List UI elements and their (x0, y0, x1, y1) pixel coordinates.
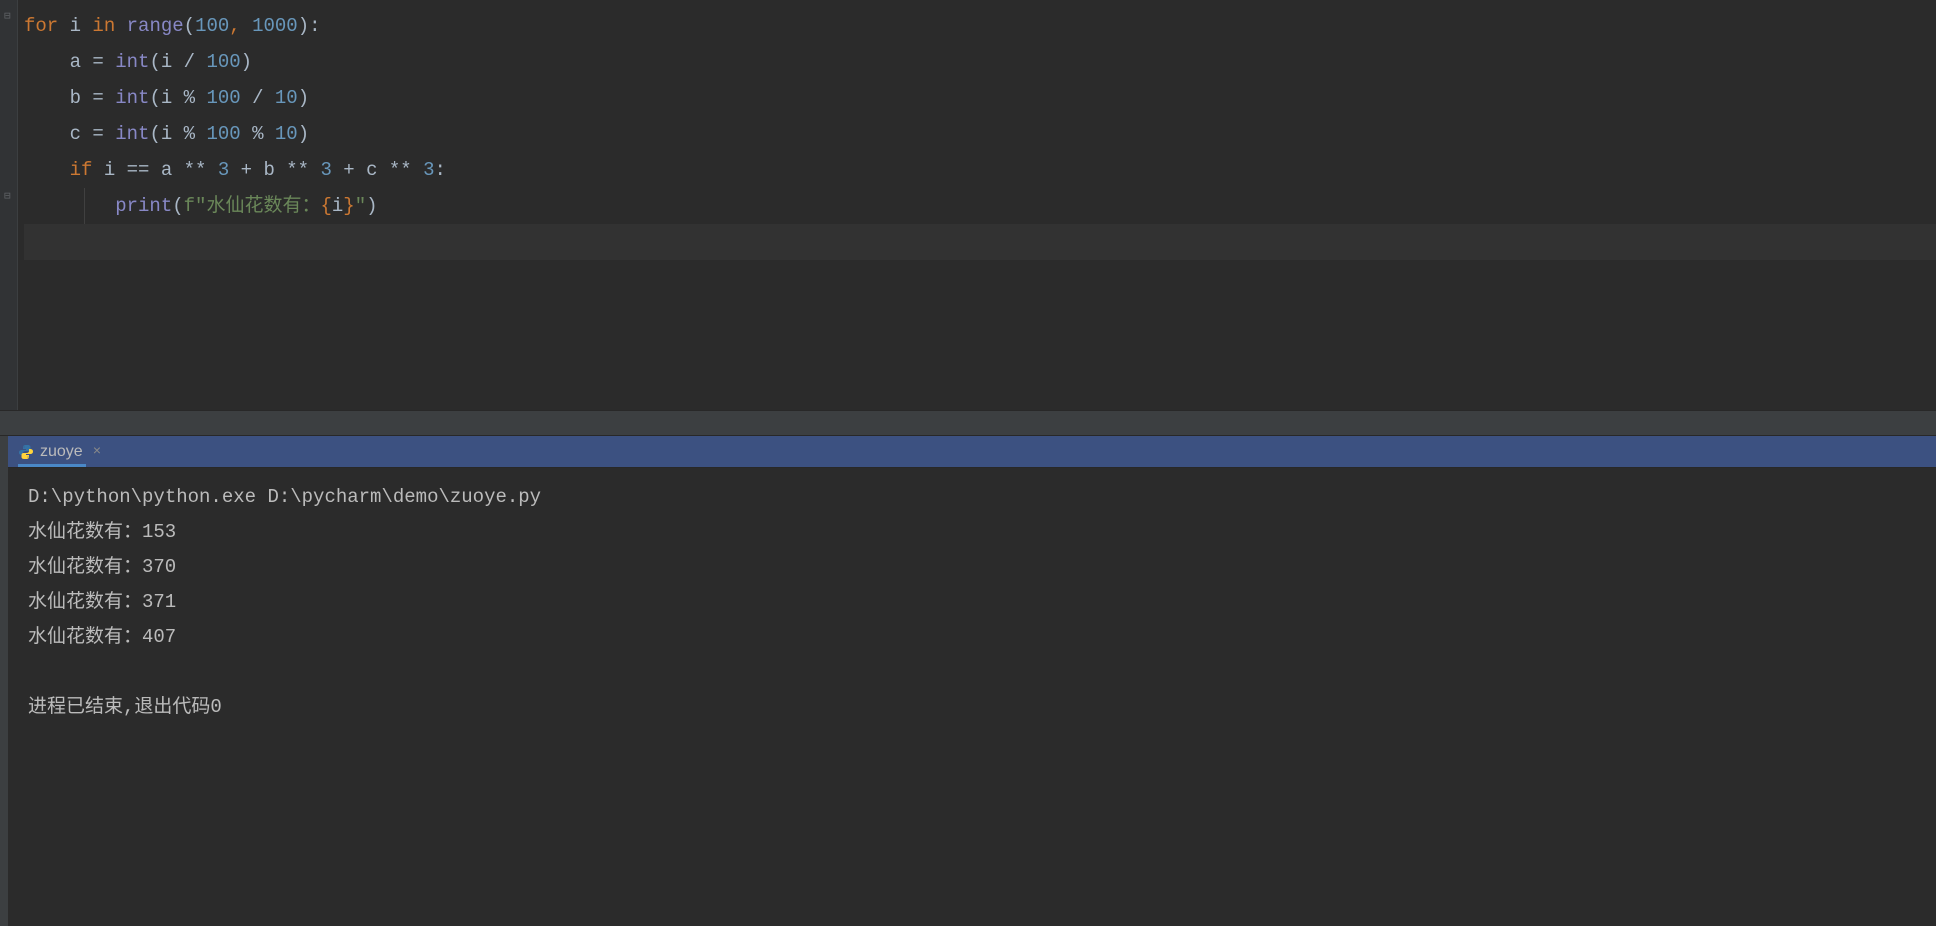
code-line[interactable]: a = int(i / 100) (24, 44, 1936, 80)
panel-separator[interactable] (0, 410, 1936, 436)
close-icon[interactable]: × (93, 444, 101, 460)
python-icon (18, 444, 34, 460)
code-line[interactable]: print(f"水仙花数有：{i}") (24, 188, 1936, 224)
console-line: 水仙花数有：370 (28, 550, 1908, 585)
editor-gutter: ⊟ ⊟ (0, 0, 18, 410)
code-line[interactable]: b = int(i % 100 / 10) (24, 80, 1936, 116)
code-line[interactable]: if i == a ** 3 + b ** 3 + c ** 3: (24, 152, 1936, 188)
code-content[interactable]: for i in range(100, 1000): a = int(i / 1… (0, 0, 1936, 268)
code-line[interactable]: c = int(i % 100 % 10) (24, 116, 1936, 152)
fold-marker[interactable]: ⊟ (4, 12, 11, 23)
console-line: 进程已结束,退出代码0 (28, 690, 1908, 725)
tab-active-indicator (18, 464, 86, 467)
run-tab-bar: zuoye × (0, 436, 1936, 468)
console-line (28, 655, 1908, 690)
code-line[interactable] (24, 224, 1936, 260)
fold-marker[interactable]: ⊟ (4, 192, 11, 203)
indent-guide (84, 188, 85, 224)
code-line[interactable]: for i in range(100, 1000): (24, 8, 1936, 44)
tool-window-strip (0, 436, 8, 926)
code-editor[interactable]: ⊟ ⊟ for i in range(100, 1000): a = int(i… (0, 0, 1936, 410)
console-line: 水仙花数有：371 (28, 585, 1908, 620)
tab-label: zuoye (40, 443, 83, 461)
console-output[interactable]: D:\python\python.exe D:\pycharm\demo\zuo… (0, 468, 1936, 926)
console-line: 水仙花数有：407 (28, 620, 1908, 655)
console-line: 水仙花数有：153 (28, 515, 1908, 550)
console-line: D:\python\python.exe D:\pycharm\demo\zuo… (28, 480, 1908, 515)
run-tab[interactable]: zuoye × (10, 436, 109, 467)
